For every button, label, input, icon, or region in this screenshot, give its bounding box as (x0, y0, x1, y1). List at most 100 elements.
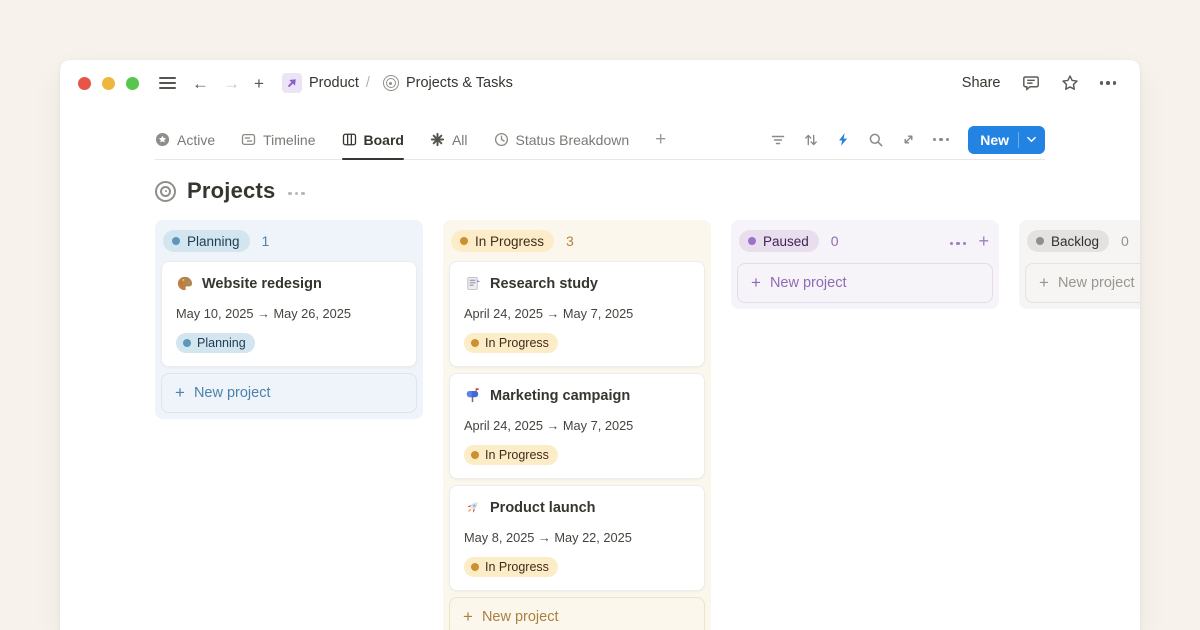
status-dot-icon (748, 237, 756, 245)
tab-status-breakdown[interactable]: Status Breakdown (494, 120, 630, 159)
column-header: In Progress 3 (449, 226, 705, 261)
view-tabs: Active Timeline Board All Status Breakdo… (155, 120, 666, 159)
favorite-star-icon[interactable] (1061, 74, 1079, 92)
status-pill[interactable]: Backlog (1027, 230, 1109, 252)
column-header: Planning 1 (161, 226, 417, 261)
timeline-icon (241, 132, 256, 147)
status-dot-icon (471, 339, 479, 347)
search-icon[interactable] (868, 132, 884, 148)
kanban-board: Planning 1 Website redesign May 10, 2025… (155, 220, 1140, 630)
column-header: Paused 0 + (737, 226, 993, 261)
clock-icon (494, 132, 509, 147)
add-view-icon[interactable]: + (655, 129, 666, 151)
column-actions: + (950, 232, 989, 250)
more-options-icon[interactable] (1100, 81, 1117, 85)
share-button[interactable]: Share (962, 75, 1001, 91)
close-window-button[interactable] (78, 77, 91, 90)
workspace-logo-icon[interactable] (282, 73, 302, 93)
breadcrumb-separator: / (366, 75, 370, 91)
status-pill[interactable]: In Progress (451, 230, 554, 252)
page-title: Projects (187, 178, 275, 204)
tab-all[interactable]: All (430, 120, 468, 159)
topbar: ← → + Product / Projects & Tasks Share (60, 60, 1140, 106)
new-project-button[interactable]: + New project (737, 263, 993, 303)
board-icon (342, 132, 357, 147)
status-dot-icon (460, 237, 468, 245)
column-planning: Planning 1 Website redesign May 10, 2025… (155, 220, 423, 419)
plus-icon: + (751, 273, 761, 293)
tab-timeline[interactable]: Timeline (241, 120, 315, 159)
column-count: 1 (262, 233, 270, 249)
comments-icon[interactable] (1022, 74, 1040, 92)
card-date-range: May 8, 2025 → May 22, 2025 (464, 530, 690, 545)
window-controls (78, 77, 139, 90)
filter-icon[interactable] (770, 132, 786, 148)
projects-target-icon (155, 181, 176, 202)
column-count: 0 (831, 233, 839, 249)
status-dot-icon (471, 563, 479, 571)
new-button[interactable]: New (968, 126, 1045, 154)
page-header: Projects (155, 176, 1045, 206)
card-date-range: May 10, 2025 → May 26, 2025 (176, 306, 402, 321)
tab-board[interactable]: Board (342, 120, 404, 159)
minimize-window-button[interactable] (102, 77, 115, 90)
new-page-icon[interactable]: + (254, 75, 264, 92)
card-title: Research study (490, 276, 598, 292)
card-title: Website redesign (202, 276, 322, 292)
chevron-down-icon[interactable] (1018, 132, 1036, 148)
zoom-window-button[interactable] (126, 77, 139, 90)
asterisk-icon (430, 132, 445, 147)
page-target-icon (383, 75, 399, 91)
expand-icon[interactable] (901, 132, 916, 147)
project-card[interactable]: Website redesign May 10, 2025 → May 26, … (161, 261, 417, 367)
rocket-emoji-icon (464, 499, 481, 516)
automation-lightning-icon[interactable] (836, 132, 851, 147)
view-controls: New (770, 126, 1045, 154)
new-project-button[interactable]: + New project (449, 597, 705, 630)
bookmark-tabs-emoji-icon (464, 275, 481, 292)
card-title: Product launch (490, 500, 596, 516)
new-project-button[interactable]: + New project (1025, 263, 1140, 303)
column-add-icon[interactable]: + (978, 232, 989, 250)
status-dot-icon (1036, 237, 1044, 245)
project-card[interactable]: Product launch May 8, 2025 → May 22, 202… (449, 485, 705, 591)
palette-emoji-icon (176, 275, 193, 292)
column-backlog: Backlog 0 + New project (1019, 220, 1140, 309)
topbar-actions: Share (962, 74, 1116, 92)
column-more-icon[interactable] (950, 232, 967, 250)
card-status-badge: In Progress (464, 445, 558, 465)
column-in-progress: In Progress 3 Research study April 24, 2… (443, 220, 711, 630)
title-more-icon[interactable] (288, 182, 305, 200)
column-count: 0 (1121, 233, 1129, 249)
card-status-badge: In Progress (464, 333, 558, 353)
view-more-icon[interactable] (933, 138, 950, 142)
tab-active[interactable]: Active (155, 120, 215, 159)
plus-icon: + (175, 383, 185, 403)
status-dot-icon (183, 339, 191, 347)
card-status-badge: In Progress (464, 557, 558, 577)
breadcrumb-workspace[interactable]: Product (309, 75, 359, 91)
project-card[interactable]: Marketing campaign April 24, 2025 → May … (449, 373, 705, 479)
card-status-badge: Planning (176, 333, 255, 353)
app-window: ← → + Product / Projects & Tasks Share (60, 60, 1140, 630)
status-pill[interactable]: Planning (163, 230, 250, 252)
mailbox-emoji-icon (464, 387, 481, 404)
card-title: Marketing campaign (490, 388, 630, 404)
back-icon[interactable]: ← (192, 75, 209, 92)
column-paused: Paused 0 + + New project (731, 220, 999, 309)
status-dot-icon (471, 451, 479, 459)
sort-icon[interactable] (803, 132, 819, 148)
column-header: Backlog 0 (1025, 226, 1140, 261)
new-project-button[interactable]: + New project (161, 373, 417, 413)
column-count: 3 (566, 233, 574, 249)
plus-icon: + (463, 607, 473, 627)
sidebar-toggle-icon[interactable] (159, 77, 176, 89)
card-date-range: April 24, 2025 → May 7, 2025 (464, 306, 690, 321)
status-dot-icon (172, 237, 180, 245)
star-circle-icon (155, 132, 170, 147)
status-pill[interactable]: Paused (739, 230, 819, 252)
breadcrumb-page[interactable]: Projects & Tasks (406, 75, 513, 91)
view-tabs-row: Active Timeline Board All Status Breakdo… (155, 120, 1045, 160)
forward-icon[interactable]: → (223, 75, 240, 92)
project-card[interactable]: Research study April 24, 2025 → May 7, 2… (449, 261, 705, 367)
